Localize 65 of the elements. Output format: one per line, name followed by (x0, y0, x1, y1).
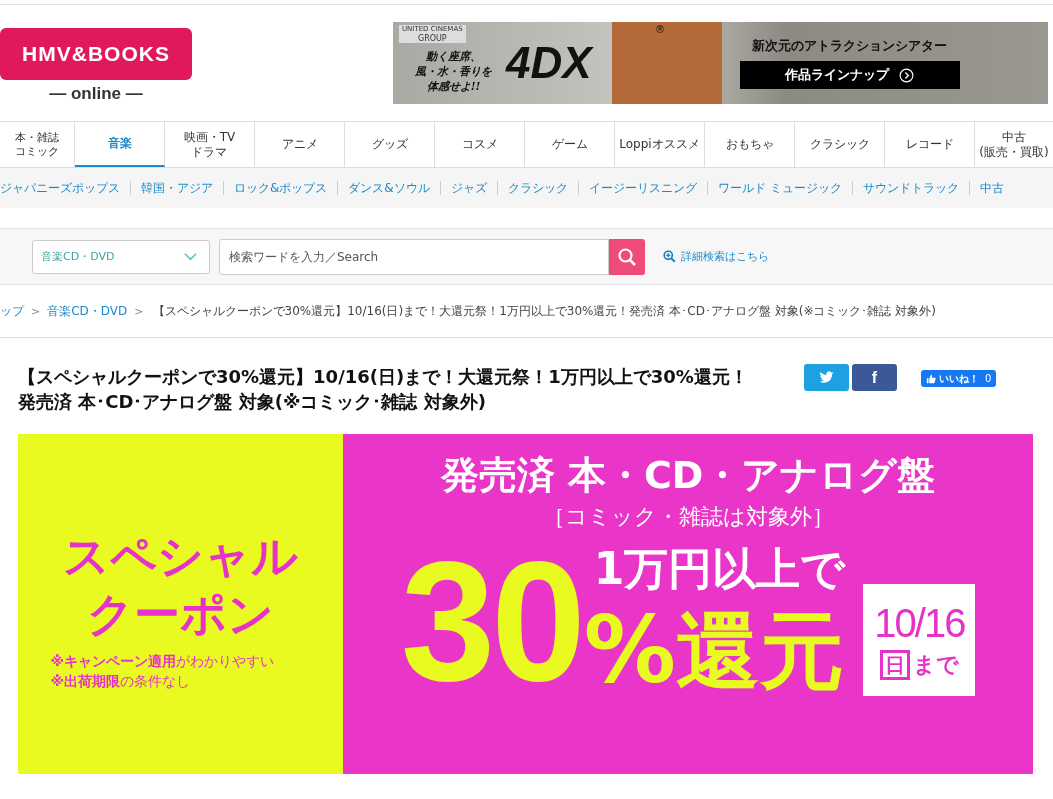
search-button[interactable] (609, 238, 645, 275)
search-icon (617, 246, 637, 267)
zoom-in-icon (663, 250, 676, 263)
nav-tab[interactable]: 中古 (販売・買取) (975, 122, 1053, 167)
chevron-down-icon (184, 252, 197, 261)
banner-day: 日 (879, 650, 910, 680)
banner-heading: スペシャル クーポン (63, 528, 298, 643)
banner-exclusion-text: ［コミック・雑誌は対象外］ (542, 503, 834, 531)
ad-group-sub: GROUP (416, 34, 448, 43)
banner-target-text: 発売済 本・CD・アナログ盤 (440, 452, 936, 498)
page-title: 【スペシャルクーポンで30%還元】10/16(日)まで！大還元祭！1万円以上で30%還元！発売済 本･CD･アナログ盤 対象(※コミック･雑誌 対象外) (18, 365, 749, 414)
nav-tab[interactable]: グッズ (345, 122, 435, 167)
ad-catch-text: 動く座席、 (425, 48, 482, 64)
advanced-search-link[interactable]: 詳細検索はこちら (663, 249, 769, 264)
nav-tab[interactable]: コスメ (435, 122, 525, 167)
nav-tab[interactable]: おもちゃ (705, 122, 795, 167)
banner-condition: 1万円以上で (593, 542, 846, 596)
banner-until: まで (912, 651, 959, 679)
breadcrumb-link[interactable]: ップ (0, 302, 24, 320)
search-field[interactable]: 検索ワードを入力／Search (219, 238, 609, 275)
ad-headline: 新次元のアトラクションシアター (752, 37, 948, 55)
bird-icon (819, 371, 834, 384)
share-button[interactable]: f (852, 364, 897, 391)
chevron-circle-icon (899, 67, 915, 83)
like-label: いいね！ (939, 371, 979, 386)
banner-note: ※キャンペーン適用がわかりやすい (49, 652, 276, 671)
subnav-link[interactable]: ジャパニーズポップス (0, 179, 120, 197)
subnav-link[interactable]: ワールド ミュージック (717, 179, 842, 197)
banner-big-number: 30 (400, 536, 582, 706)
logo-badge[interactable]: HMV&BOOKS (0, 28, 192, 80)
subnav-link[interactable]: ジャズ (450, 179, 487, 197)
category-dropdown[interactable]: 音楽CD・DVD (32, 239, 210, 274)
breadcrumb-link[interactable]: 音楽CD・DVD (47, 302, 128, 320)
nav-tab[interactable]: ゲーム (525, 122, 615, 167)
subnav-link[interactable]: クラシック (507, 179, 568, 197)
nav-tab[interactable]: 本・雑誌 コミック (0, 122, 75, 167)
ad-product-text: 4DX (506, 38, 592, 88)
banner-percent: % (583, 596, 676, 706)
f-icon: f (871, 368, 878, 387)
thumbs-up-icon (926, 373, 936, 384)
ad-button[interactable]: 作品ラインナップ (739, 61, 960, 89)
subnav-link[interactable]: ロック&ポップス (234, 179, 328, 197)
ad-catch-text: 風・水・香りを (415, 63, 492, 79)
subnav-link[interactable]: ダンス&ソウル (348, 179, 430, 197)
subnav-link[interactable]: 中古 (979, 179, 1004, 197)
subnav-link[interactable]: イージーリスニング (588, 179, 697, 197)
logo-subtitle: — online — (49, 84, 143, 104)
breadcrumb-separator: > (31, 304, 41, 318)
breadcrumb-separator: > (134, 304, 144, 318)
banner-date: 10/16 (874, 600, 965, 646)
like-count: 0 (985, 373, 992, 384)
banner-note: ※出荷期限の条件なし (49, 672, 192, 691)
share-button[interactable] (804, 364, 849, 391)
subnav-link[interactable]: サウンドトラック (862, 179, 959, 197)
nav-tab[interactable]: 映画・TV ドラマ (165, 122, 255, 167)
breadcrumb-current: 【スペシャルクーポンで30%還元】10/16(日)まで！大還元祭！1万円以上で30%還元！発売済 本･CD･アナログ盤 対象(※コミック･雑誌 対象外) (152, 302, 936, 320)
subnav-link[interactable]: 韓国・アジア (141, 179, 213, 197)
nav-tab[interactable]: Loppiオススメ (615, 122, 705, 167)
registered-mark: ® (655, 24, 665, 35)
nav-tab[interactable]: アニメ (255, 122, 345, 167)
like-button[interactable]: いいね！ 0 (921, 370, 997, 387)
nav-tab[interactable]: クラシック (795, 122, 885, 167)
banner-reward: 還元 (675, 601, 844, 702)
ad-catch-text: 体感せよ!! (425, 78, 482, 94)
nav-tab[interactable]: レコード (885, 122, 975, 167)
